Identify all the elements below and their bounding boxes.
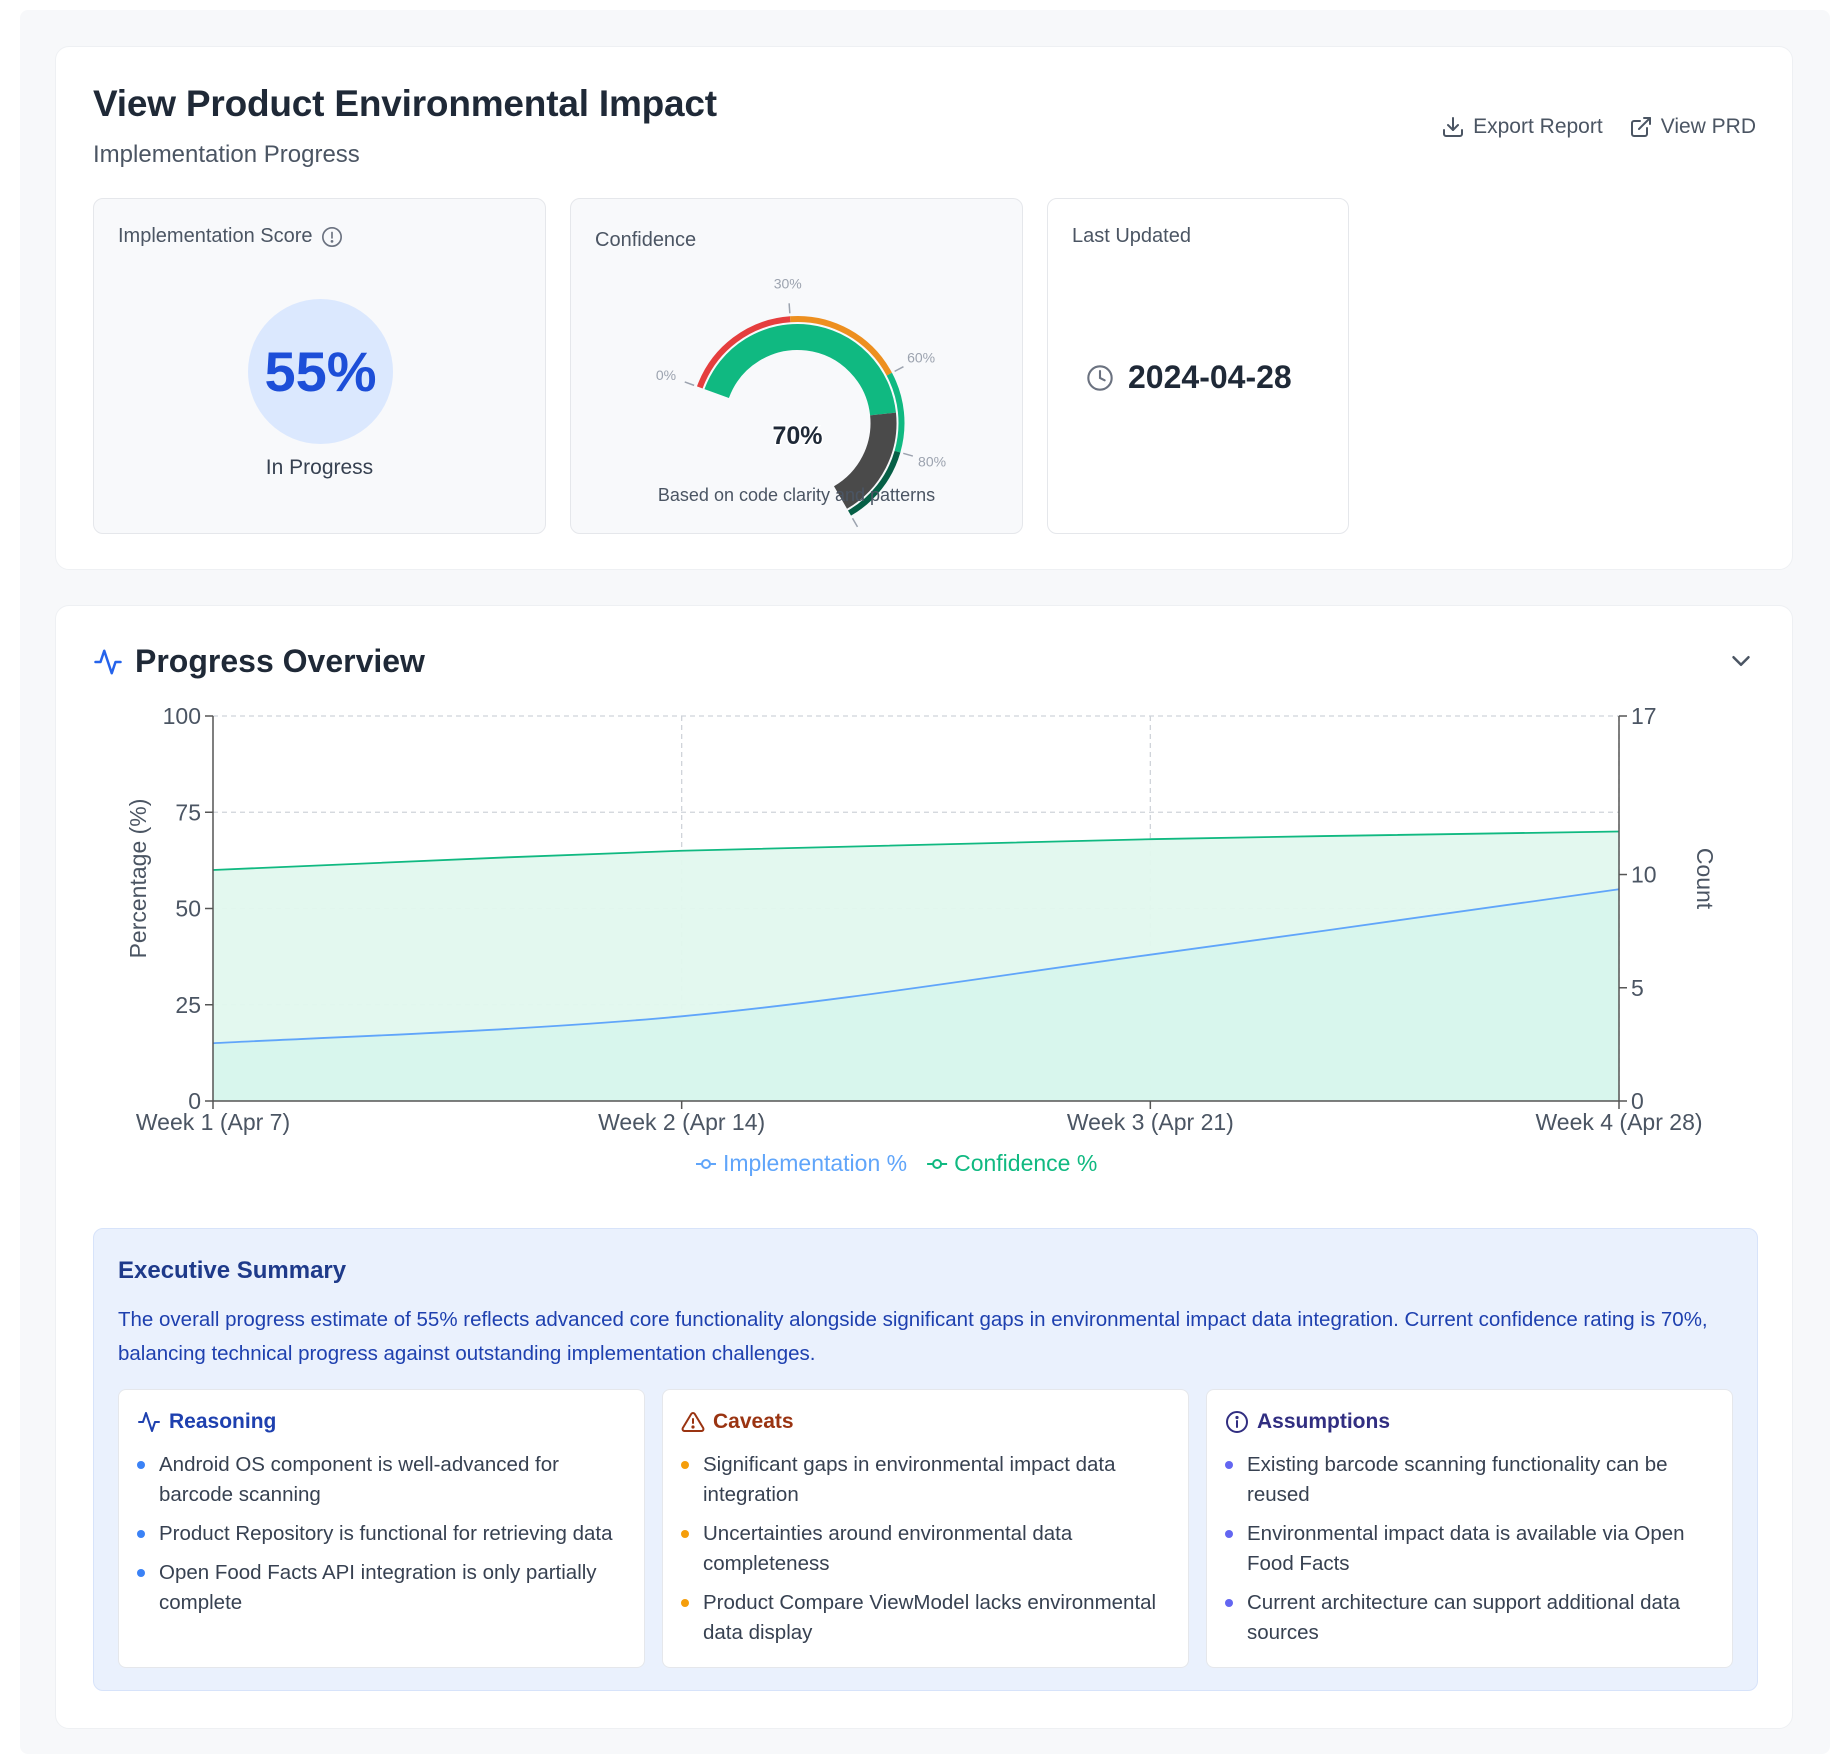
gauge-tick [894,366,904,373]
legend-swatch-dot [701,1159,711,1169]
bullet-dot [681,1599,689,1607]
legend-swatch-dot [932,1159,943,1169]
bullet-dot [1225,1599,1233,1607]
activity-icon [138,1412,160,1432]
bullet-dot [137,1530,145,1538]
confidence-card: Confidence 0%30%60%80%100%70% Based on c… [570,198,1023,534]
warning-triangle-icon [681,1411,705,1432]
gauge-tick-label: 30% [774,275,802,291]
reasoning-title: Reasoning [169,1410,277,1433]
y-tick-label: 75 [175,799,201,825]
external-link-icon [1630,117,1651,137]
y-axis-label-right: Count [1692,848,1718,910]
page-subtitle: Implementation Progress [93,141,360,168]
y-tick-label: 50 [175,896,201,922]
caveats-title: Caveats [713,1410,794,1433]
gauge-tick [903,452,914,457]
y-tick-label-right: 5 [1631,975,1644,1001]
gauge-tick [684,381,695,387]
reasoning-header: Reasoning [137,1410,276,1434]
bullet-dot [137,1461,145,1469]
progress-chart: 0255075100051017Week 1 (Apr 7) Week 2 (Ap… [125,703,1718,1176]
gauge-tick [851,517,859,528]
legend-label: Implementation % [723,1150,907,1176]
reasoning-card: Reasoning Android OS component is well-a… [118,1389,645,1668]
last-updated-card: Last Updated 2024-04-28 [1047,198,1349,534]
gauge-tick [788,303,791,314]
gauge-tick-label: 0% [656,367,676,383]
assumptions-card: Assumptions Existing barcode scanning fu… [1206,1389,1733,1668]
assumptions-item: Existing barcode scanning functionality … [1225,1450,1715,1510]
reasoning-item: Open Food Facts API integration is only … [137,1558,627,1618]
clock-icon [1087,364,1113,391]
implementation-score-card: Implementation Score 55% In Progress [93,198,546,534]
assumptions-item: Environmental impact data is available v… [1225,1519,1715,1579]
y-tick-label: 25 [175,992,201,1018]
legend-label: Confidence % [954,1150,1097,1176]
score-status: In Progress [265,456,374,479]
caveats-item: Uncertainties around environmental data … [681,1519,1171,1579]
download-icon [1443,117,1464,137]
export-report-button[interactable]: Export Report [1441,115,1603,139]
x-tick-label: Week 2 (Apr 14) [598,1109,765,1135]
caveats-list: Significant gaps in environmental impact… [681,1450,1171,1657]
gauge-tick-label: 60% [907,349,935,365]
progress-overview-card: Progress Overview 0 25 50 75 100 0 5 10 17 Week 1… [55,605,1793,1729]
header-card: View Product Environmental Impact Implem… [55,46,1793,570]
caveats-item: Significant gaps in environmental impact… [681,1450,1171,1510]
info-icon[interactable] [321,226,343,248]
implementation-score-label: Implementation Score [118,225,313,247]
assumptions-item: Current architecture can support additio… [1225,1588,1715,1648]
export-report-label: Export Report [1473,115,1603,138]
header-actions: Export Report View PRD [1441,115,1756,139]
y-axis-label: Percentage (%) [125,799,151,959]
caveats-item-text: Significant gaps in environmental impact… [703,1453,1116,1506]
caveats-card: Caveats Significant gaps in environmenta… [662,1389,1189,1668]
x-tick-label: Week 4 (Apr 28) [1535,1109,1702,1135]
reasoning-list: Android OS component is well-advanced fo… [137,1450,627,1627]
last-updated-value: 2024-04-28 [1128,359,1292,395]
bullet-dot [1225,1530,1233,1538]
reasoning-item: Android OS component is well-advanced fo… [137,1450,627,1510]
bullet-dot [1225,1461,1233,1469]
view-prd-button[interactable]: View PRD [1629,115,1756,139]
score-circle: 55% [248,299,393,444]
info-icon [1226,1411,1248,1433]
bullet-dot [137,1569,145,1577]
bullet-dot [681,1530,689,1538]
page-title: View Product Environmental Impact [93,83,717,124]
gauge-tick-label: 80% [918,454,946,470]
assumptions-title: Assumptions [1257,1410,1391,1433]
y-tick-label: 100 [163,703,201,729]
implementation-score-label-row: Implementation Score [118,225,343,248]
y-tick-label-right: 17 [1631,703,1657,729]
executive-summary-title: Executive Summary [118,1257,347,1284]
caveats-header: Caveats [681,1410,794,1434]
confidence-caption: Based on code clarity and patterns [657,485,936,505]
y-tick-label-right: 10 [1631,862,1657,888]
x-tick-label: Week 1 (Apr 7) [136,1109,290,1135]
reasoning-item-text: Product Repository is functional for ret… [159,1522,613,1545]
caveats-item-text: Product Compare ViewModel lacks environm… [703,1591,1157,1644]
reasoning-item-text: Android OS component is well-advanced fo… [159,1453,559,1506]
caveats-item-text: Uncertainties around environmental data … [703,1522,1073,1575]
gauge-fill [704,324,896,416]
assumptions-item-text: Current architecture can support additio… [1247,1591,1681,1644]
assumptions-item-text: Existing barcode scanning functionality … [1247,1453,1668,1506]
view-prd-label: View PRD [1660,115,1756,138]
caveats-item: Product Compare ViewModel lacks environm… [681,1588,1171,1648]
gauge-value: 70% [772,422,822,450]
reasoning-item: Product Repository is functional for ret… [137,1519,627,1549]
executive-summary-text: The overall progress estimate of 55% ref… [118,1308,1708,1365]
assumptions-header: Assumptions [1225,1410,1390,1434]
assumptions-item-text: Environmental impact data is available v… [1247,1522,1685,1575]
reasoning-item-text: Open Food Facts API integration is only … [159,1561,597,1614]
last-updated-row: 2024-04-28 [1086,359,1292,396]
bullet-dot [681,1461,689,1469]
assumptions-list: Existing barcode scanning functionality … [1225,1450,1715,1657]
executive-summary: Executive Summary The overall progress e… [93,1228,1758,1691]
x-tick-label: Week 3 (Apr 21) [1067,1109,1234,1135]
last-updated-label: Last Updated [1072,225,1191,247]
